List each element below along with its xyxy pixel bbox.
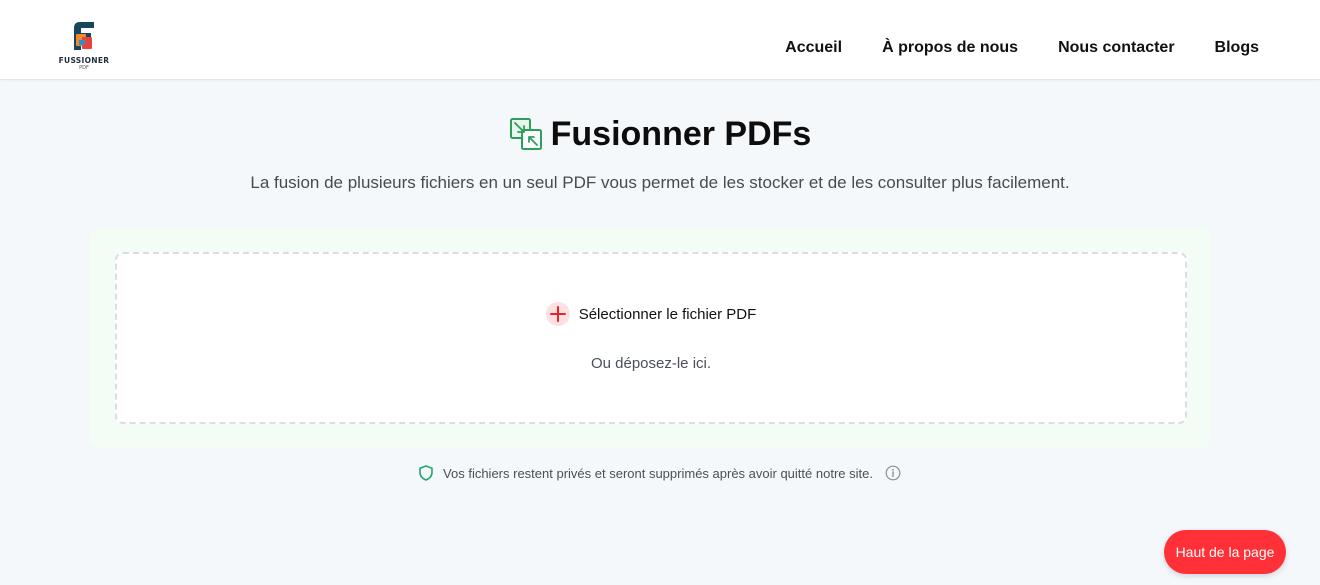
page-title: Fusionner PDFs (550, 115, 812, 153)
nav-link-contact[interactable]: Nous contacter (1058, 39, 1174, 57)
page-subtitle: La fusion de plusieurs fichiers en un se… (250, 173, 1070, 192)
site-logo[interactable]: FUSSIONER PDF (58, 20, 110, 76)
logo-subtext: PDF (79, 65, 89, 71)
merge-icon (509, 118, 542, 150)
logo-mark-icon (74, 22, 94, 50)
plus-icon (545, 302, 570, 326)
privacy-notice: Vos fichiers restent privés et seront su… (0, 465, 1320, 481)
nav-link-accueil[interactable]: Accueil (785, 39, 842, 57)
info-icon[interactable] (885, 465, 901, 481)
site-header: FUSSIONER PDF Accueil À propos de nous N… (0, 0, 1320, 80)
upload-panel: Sélectionner le fichier PDF Ou déposez-l… (90, 228, 1211, 448)
select-file-button[interactable]: Sélectionner le fichier PDF (117, 302, 1185, 326)
main-nav: Accueil À propos de nous Nous contacter … (785, 39, 1259, 57)
select-file-label: Sélectionner le fichier PDF (578, 305, 757, 323)
page-heading: Fusionner PDFs (0, 112, 1320, 156)
nav-link-blogs[interactable]: Blogs (1215, 39, 1259, 57)
nav-link-a-propos[interactable]: À propos de nous (882, 39, 1018, 57)
file-dropzone[interactable]: Sélectionner le fichier PDF Ou déposez-l… (115, 252, 1187, 424)
logo-text: FUSSIONER (58, 56, 110, 65)
back-to-top-button[interactable]: Haut de la page (1164, 530, 1286, 574)
drop-hint: Ou déposez-le ici. (590, 355, 712, 372)
privacy-text: Vos fichiers restent privés et seront su… (443, 465, 873, 481)
shield-icon (419, 465, 433, 481)
